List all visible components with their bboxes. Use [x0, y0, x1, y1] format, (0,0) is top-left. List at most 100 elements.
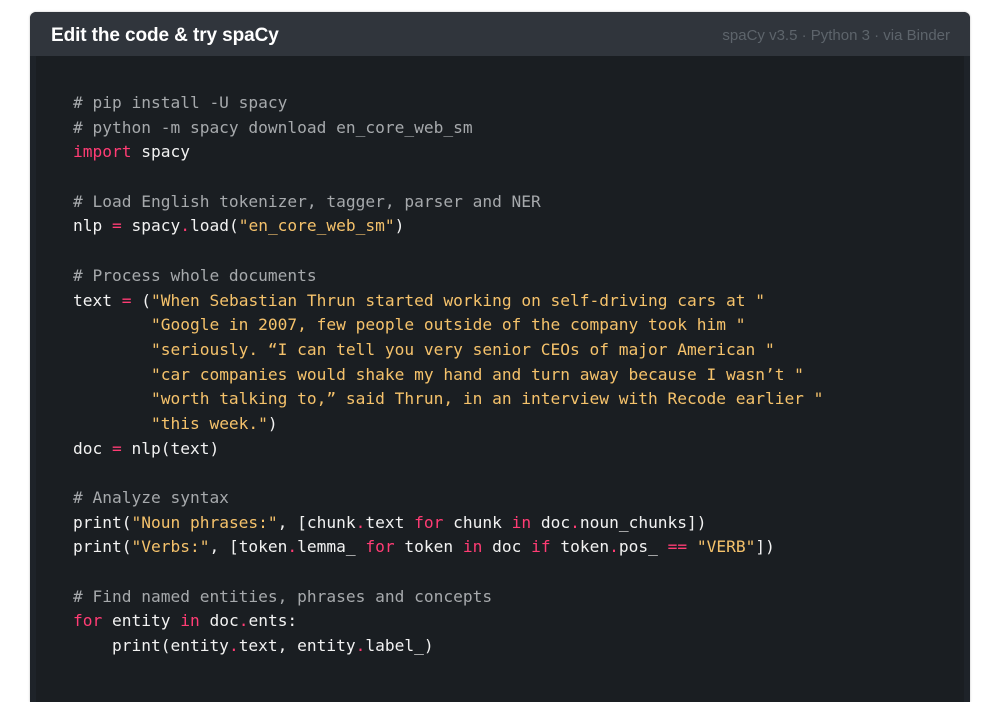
code-token-plain: nlp(text): [121, 438, 220, 458]
code-token-op: .: [238, 611, 249, 631]
code-content[interactable]: # pip install -U spacy # python -m spacy …: [73, 91, 944, 659]
code-token-kw: in: [462, 537, 483, 557]
code-token-plain: spacy: [121, 216, 181, 236]
code-token-plain: chunk: [443, 512, 512, 532]
code-line: print(entity.text, entity.label_): [73, 634, 944, 659]
code-token-op: .: [228, 636, 239, 656]
code-token-str: "en_core_web_sm": [238, 216, 395, 236]
code-token-kw: if: [531, 537, 551, 557]
code-token-plain: pos_: [618, 537, 668, 557]
code-token-plain: lemma_: [297, 537, 366, 557]
code-line: "Google in 2007, few people outside of t…: [73, 313, 944, 338]
code-token-plain: load(: [189, 216, 239, 236]
code-line: # python -m spacy download en_core_web_s…: [73, 116, 944, 141]
code-editor[interactable]: # pip install -U spacy # python -m spacy …: [36, 56, 964, 702]
code-token-plain: token: [394, 537, 463, 557]
code-token-plain: , [token: [209, 537, 288, 557]
code-token-plain: , [chunk: [277, 512, 356, 532]
code-token-plain: nlp: [73, 216, 112, 236]
code-token-plain: spacy: [131, 142, 190, 162]
code-line: print("Verbs:", [token.lemma_ for token …: [73, 535, 944, 560]
code-token-str: "this week.": [150, 413, 268, 433]
code-token-comment: # Process whole documents: [73, 265, 317, 285]
code-token-plain: doc: [482, 537, 532, 557]
code-line: "worth talking to,” said Thrun, in an in…: [73, 387, 944, 412]
code-token-kw: for: [365, 537, 395, 557]
code-token-plain: label_): [365, 636, 434, 656]
code-line: text = ("When Sebastian Thrun started wo…: [73, 289, 944, 314]
code-widget: Edit the code & try spaCy spaCy v3.5 · P…: [30, 12, 970, 702]
code-token-op: =: [111, 438, 122, 458]
code-token-kw: in: [511, 512, 532, 532]
code-token-plain: text: [365, 512, 415, 532]
code-line: print("Noun phrases:", [chunk.text for c…: [73, 511, 944, 536]
code-token-kw: in: [180, 611, 200, 631]
code-token-comment: # python -m spacy download en_core_web_s…: [73, 117, 473, 137]
code-line: "this week."): [73, 412, 944, 437]
code-line: # pip install -U spacy: [73, 91, 944, 116]
code-token-op: .: [287, 537, 298, 557]
code-line: for entity in doc.ents:: [73, 609, 944, 634]
code-token-op: .: [570, 512, 580, 532]
code-token-str: "When Sebastian Thrun started working on…: [150, 290, 765, 310]
code-token-op: .: [355, 512, 366, 532]
code-token-op: .: [355, 636, 366, 656]
runtime-info: spaCy v3.5 · Python 3 · via Binder: [722, 27, 950, 44]
code-token-str: "Verbs:": [131, 537, 210, 557]
code-line: doc = nlp(text): [73, 437, 944, 462]
code-token-str: "Noun phrases:": [131, 512, 278, 532]
code-token-str: "Google in 2007, few people outside of t…: [150, 315, 746, 335]
code-token-plain: ents:: [248, 611, 298, 631]
code-token-plain: text, entity: [238, 636, 356, 656]
code-line: "car companies would shake my hand and t…: [73, 363, 944, 388]
code-token-comment: # Load English tokenizer, tagger, parser…: [73, 191, 541, 211]
code-line: nlp = spacy.load("en_core_web_sm"): [73, 214, 944, 239]
code-line: # Load English tokenizer, tagger, parser…: [73, 190, 944, 215]
code-token-plain: noun_chunks]): [579, 512, 707, 532]
code-token-kw: for: [414, 512, 444, 532]
code-token-comment: # pip install -U spacy: [73, 93, 288, 112]
code-token-plain: print(: [73, 512, 132, 532]
code-token-plain: doc: [199, 611, 239, 631]
code-line: # Find named entities, phrases and conce…: [73, 585, 944, 610]
code-token-op: .: [609, 537, 619, 557]
code-line: import spacy: [73, 140, 944, 165]
code-token-op: .: [180, 216, 190, 236]
code-token-plain: doc: [531, 512, 571, 532]
code-line: # Process whole documents: [73, 264, 944, 289]
code-token-str: "car companies would shake my hand and t…: [150, 364, 804, 384]
code-token-plain: entity: [102, 611, 181, 631]
code-token-str: "seriously. “I can tell you very senior …: [150, 339, 775, 359]
code-token-comment: # Analyze syntax: [73, 488, 229, 507]
code-token-op: ==: [667, 537, 688, 557]
code-token-kw: for: [73, 611, 103, 631]
code-token-plain: token: [550, 537, 610, 557]
code-token-plain: ]): [755, 537, 775, 557]
code-token-str: "worth talking to,” said Thrun, in an in…: [150, 389, 824, 409]
widget-header: Edit the code & try spaCy spaCy v3.5 · P…: [30, 12, 970, 56]
code-line: "seriously. “I can tell you very senior …: [73, 338, 944, 363]
code-token-kw: import: [73, 142, 132, 162]
code-token-op: =: [111, 216, 122, 236]
code-line: # Analyze syntax: [73, 486, 944, 511]
code-token-plain: print(: [73, 537, 132, 557]
code-token-plain: ): [394, 216, 405, 236]
code-token-plain: (: [131, 290, 151, 310]
code-token-plain: ): [267, 413, 278, 433]
widget-title: Edit the code & try spaCy: [51, 25, 279, 46]
code-token-comment: # Find named entities, phrases and conce…: [73, 586, 493, 606]
code-token-str: "VERB": [696, 537, 756, 557]
code-token-plain: text: [73, 290, 122, 310]
code-token-plain: print(entity: [73, 636, 229, 656]
code-token-plain: doc: [73, 438, 112, 458]
